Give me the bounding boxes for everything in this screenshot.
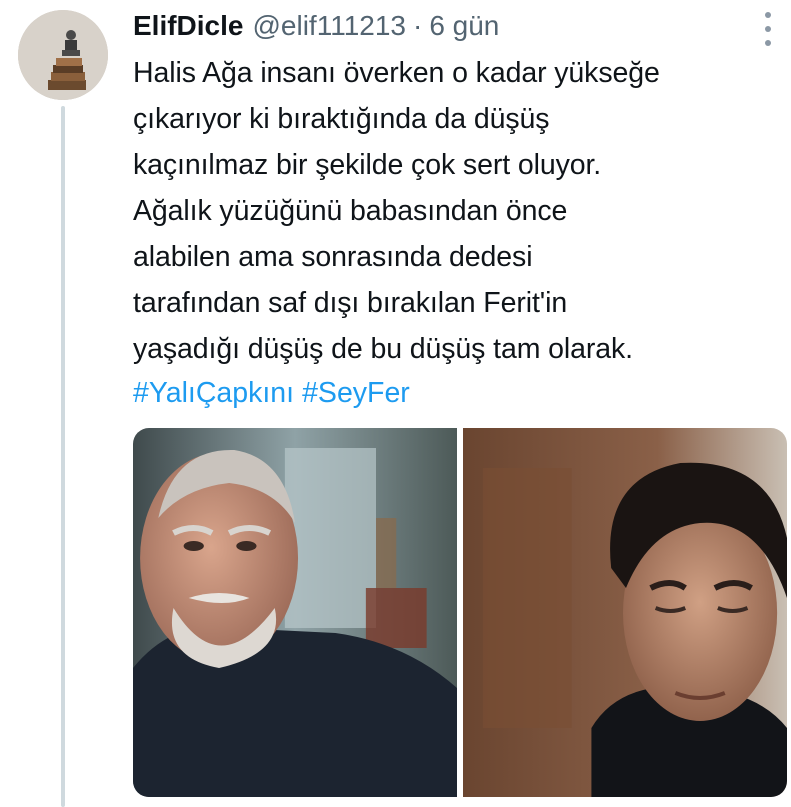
more-dot — [765, 12, 771, 18]
tweet-text: Halis Ağa insanı överken o kadar yükseğe… — [133, 50, 773, 372]
tweet-text-line: kaçınılmaz bir şekilde çok sert oluyor. — [133, 149, 602, 181]
photo-old-man[interactable] — [133, 428, 457, 797]
more-dot — [765, 26, 771, 32]
hashtags: #YalıÇapkını #SeyFer — [133, 370, 418, 416]
tweet-text-line: çıkarıyor ki bıraktığında da düşüş — [133, 103, 550, 135]
media-grid — [133, 428, 787, 797]
more-dot — [765, 40, 771, 46]
photo-old-man-image — [133, 428, 457, 797]
hashtag-link-seyfer[interactable]: #SeyFer — [302, 377, 410, 409]
more-vertical-icon[interactable] — [760, 12, 776, 46]
photo-young-man[interactable] — [463, 428, 787, 797]
tweet-header: ElifDicle @elif111213 · 6 gün — [133, 6, 499, 46]
avatar-image — [18, 10, 108, 100]
display-name[interactable]: ElifDicle — [133, 10, 243, 42]
avatar[interactable] — [18, 10, 108, 100]
user-handle[interactable]: @elif111213 — [252, 10, 406, 42]
tweet-text-line: Halis Ağa insanı överken o kadar yükseğe — [133, 57, 660, 89]
thread-line — [61, 106, 65, 807]
hashtag-link-yalicapkini[interactable]: #YalıÇapkını — [133, 377, 294, 409]
tweet-text-line: Ağalık yüzüğünü babasından önce — [133, 195, 568, 227]
photo-young-man-image — [463, 428, 787, 797]
timestamp[interactable]: 6 gün — [429, 10, 499, 42]
tweet-text-line: tarafından saf dışı bırakılan Ferit'in — [133, 287, 568, 319]
tweet-text-line: alabilen ama sonrasında dedesi — [133, 241, 533, 273]
tweet-text-line: yaşadığı düşüş de bu düşüş tam olarak. — [133, 333, 634, 365]
separator-dot: · — [412, 10, 423, 41]
